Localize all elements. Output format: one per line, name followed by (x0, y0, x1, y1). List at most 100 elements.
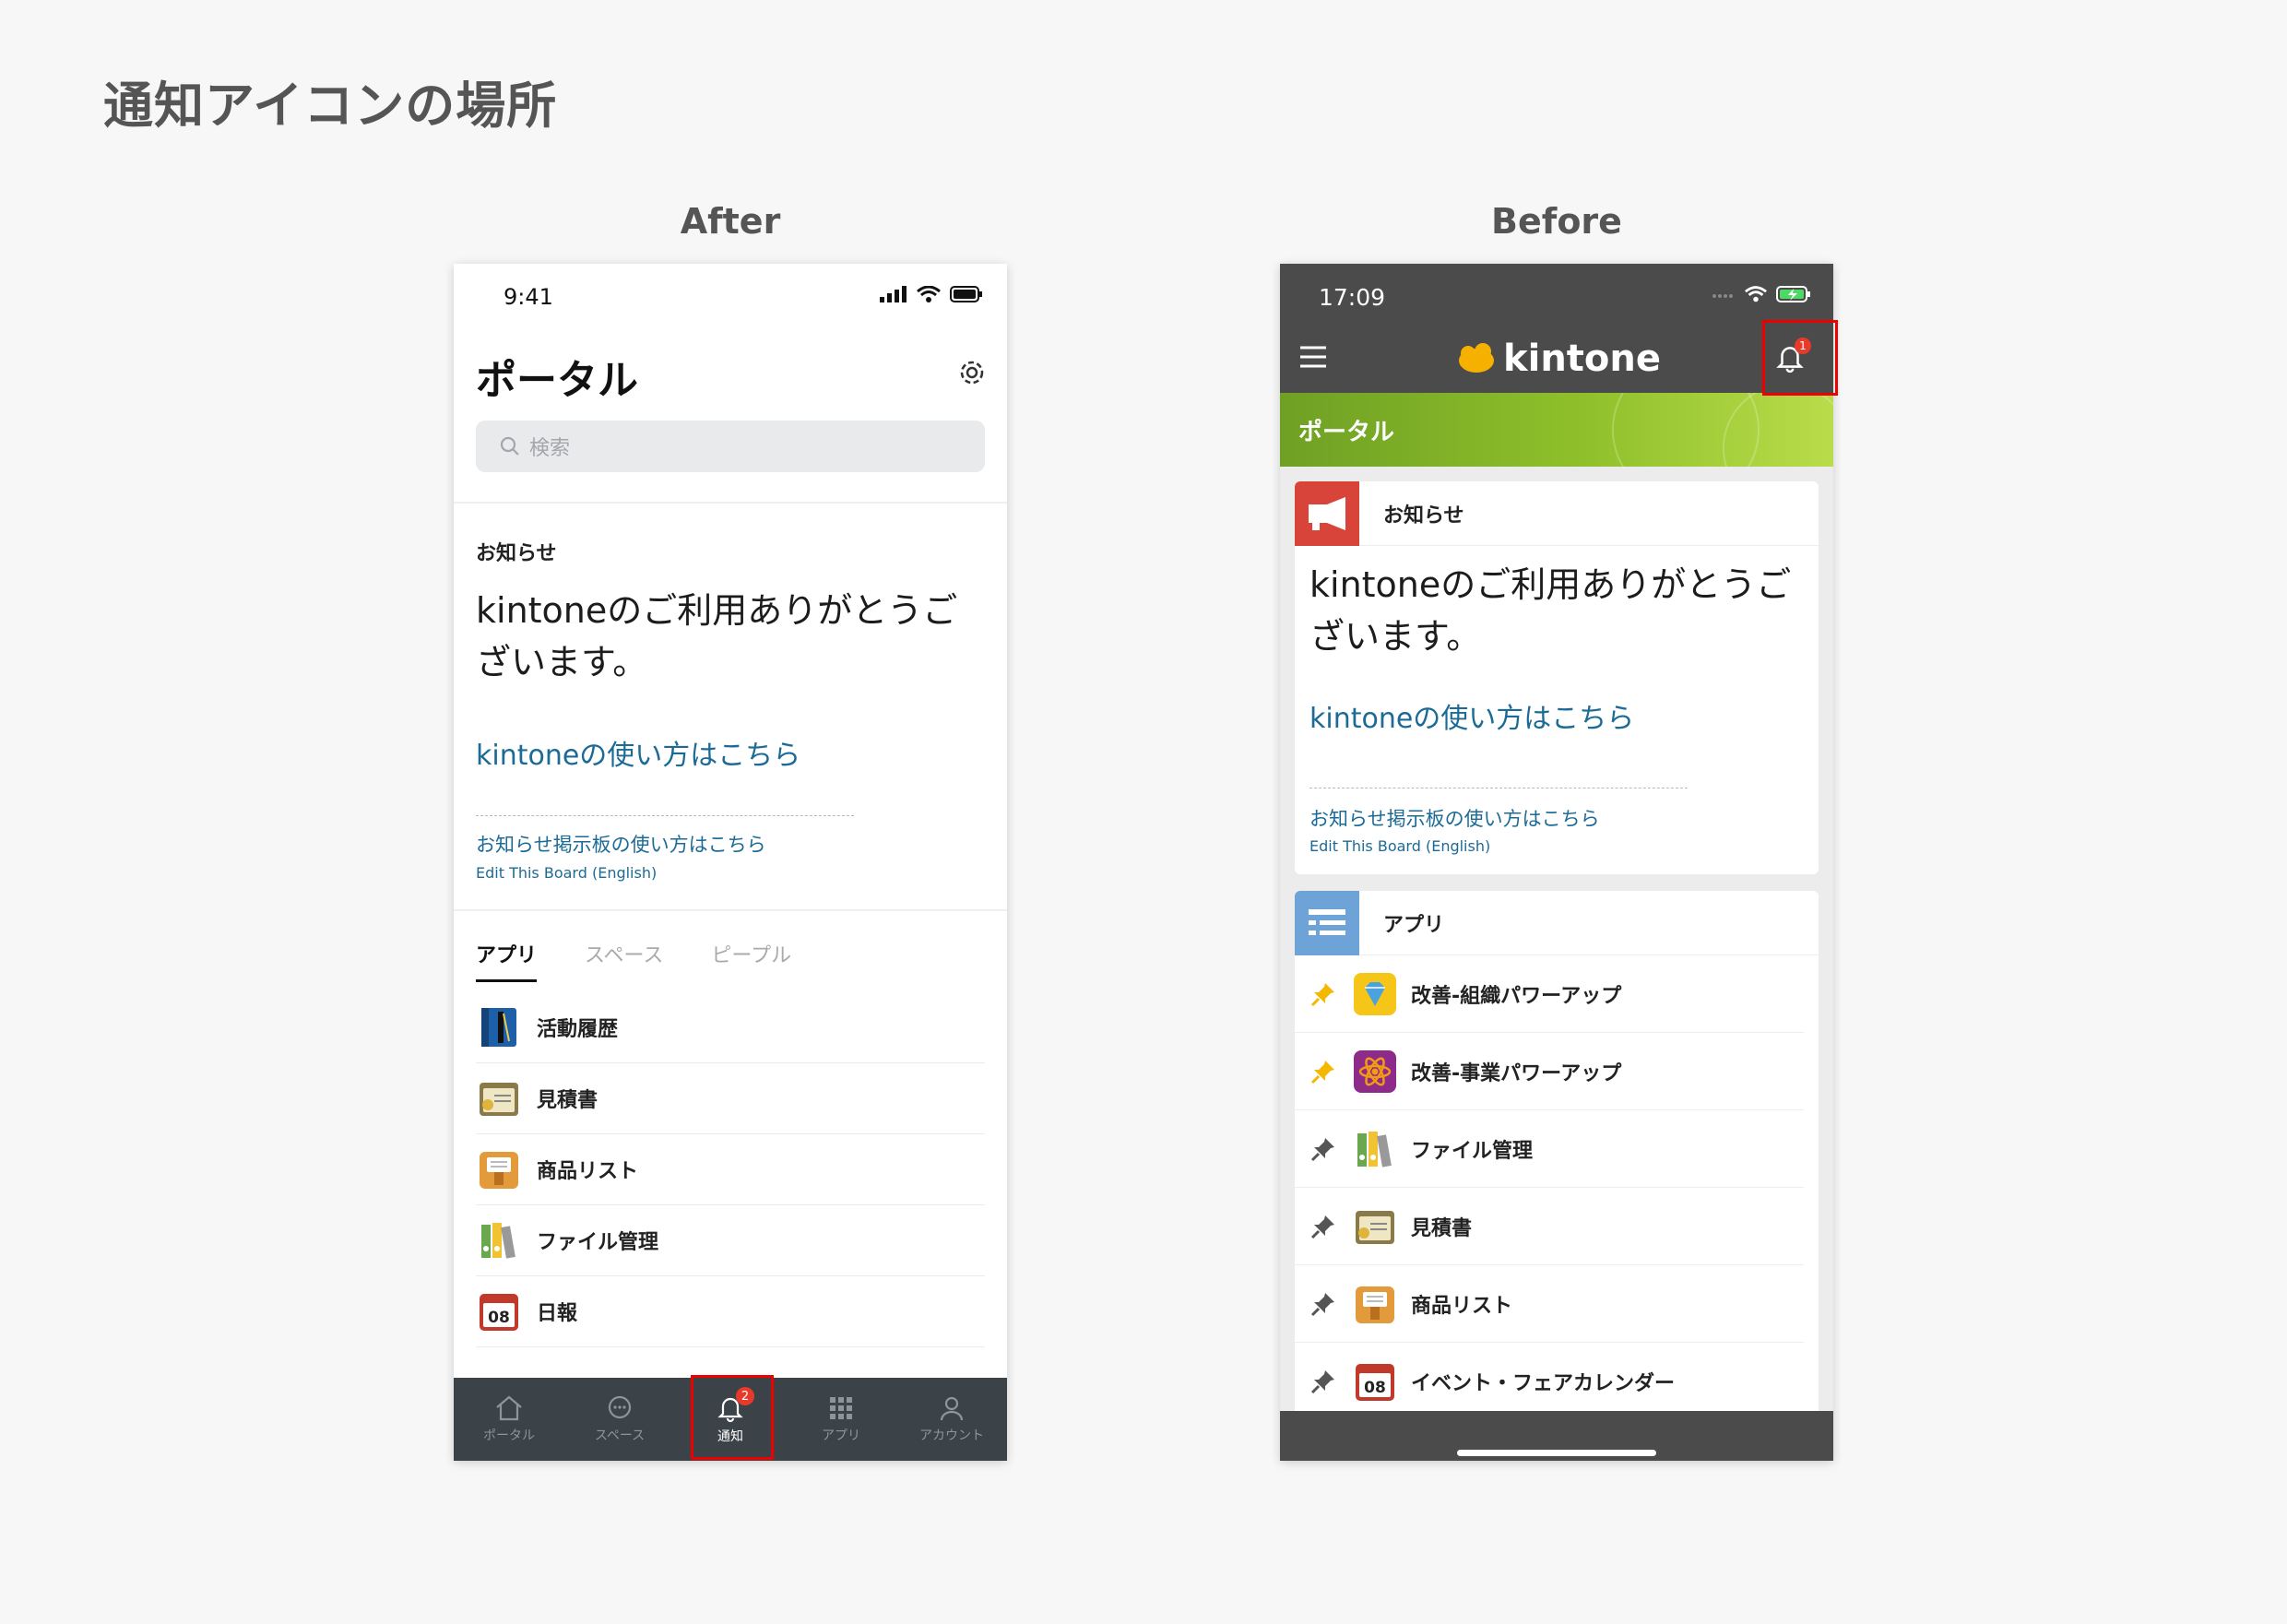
menu-icon[interactable] (1298, 343, 1328, 371)
gear-icon[interactable] (955, 356, 989, 389)
before-label: Before (1491, 201, 1622, 242)
nav-label: ポータル (483, 1428, 535, 1443)
kintone-logo-icon (1459, 343, 1494, 373)
calendar-icon: 08 (480, 1294, 518, 1331)
pin-icon[interactable] (1309, 1135, 1337, 1163)
after-label: After (680, 201, 781, 242)
list-item[interactable]: ファイル管理 (1295, 1110, 1804, 1188)
notice-message: kintoneのご利用ありがとうございます。 (1309, 564, 1792, 657)
binders-icon (481, 1223, 515, 1259)
estimate-icon (480, 1083, 518, 1116)
before-phone-screen: 17:09 kintone 1 ポータル お知らせ kintoneのご利用ありが… (1280, 264, 1833, 1461)
app-name: 見積書 (1411, 1216, 1473, 1240)
edit-board-link[interactable]: Edit This Board (English) (1309, 837, 1490, 855)
app-name: 商品リスト (537, 1160, 639, 1183)
pin-icon[interactable] (1309, 1290, 1337, 1318)
nav-portal[interactable]: ポータル (454, 1378, 564, 1461)
tab-spaces[interactable]: スペース (585, 939, 663, 982)
highlight-frame-before (1762, 320, 1838, 396)
notice-card: お知らせ kintoneのご利用ありがとうございます。 kintoneの使い方は… (1295, 481, 1819, 874)
nav-account[interactable]: アカウント (896, 1378, 1007, 1461)
app-name: イベント・フェアカレンダー (1411, 1371, 1676, 1395)
app-name: 見積書 (537, 1089, 598, 1112)
tab-apps[interactable]: アプリ (476, 939, 538, 982)
logo-text: kintone (1503, 338, 1661, 380)
pin-icon[interactable] (1309, 1213, 1337, 1240)
app-name: 改善-組織パワーアップ (1411, 984, 1622, 1008)
list-icon (1295, 891, 1359, 955)
pin-icon[interactable] (1309, 1058, 1337, 1085)
apps-heading: アプリ (1383, 913, 1445, 937)
notebook-icon (481, 1008, 516, 1047)
pin-icon[interactable] (1309, 1368, 1337, 1395)
list-item[interactable]: 見積書 (476, 1063, 985, 1134)
home-icon (496, 1395, 522, 1421)
after-phone-screen: 9:41 ポータル 検索 お知らせ kintoneのご利用ありがとうございます。… (454, 264, 1007, 1461)
battery-charging-icon (1776, 286, 1810, 302)
board-howto-link[interactable]: お知らせ掲示板の使い方はこちら (476, 830, 766, 858)
nav-label: アカウント (919, 1428, 984, 1443)
board-howto-link[interactable]: お知らせ掲示板の使い方はこちら (1309, 804, 1600, 832)
megaphone-icon (1295, 481, 1359, 546)
portal-banner: ポータル (1280, 393, 1833, 467)
person-icon (940, 1396, 964, 1421)
product-box-icon (480, 1152, 518, 1189)
nav-apps[interactable]: アプリ (786, 1378, 896, 1461)
home-indicator[interactable] (1457, 1450, 1656, 1456)
nav-label: スペース (594, 1428, 646, 1443)
binders-icon (1357, 1131, 1392, 1168)
list-item[interactable]: 商品リスト (476, 1134, 985, 1205)
apps-card: アプリ 改善-組織パワーアップ 改善-事業パワーアップ ファイル管理 見積書 商… (1295, 891, 1819, 1461)
list-item[interactable]: 08 日報 (476, 1276, 985, 1347)
list-item[interactable]: 活動履歴 (476, 992, 985, 1063)
notice-heading: お知らせ (476, 542, 557, 565)
list-item[interactable]: 改善-事業パワーアップ (1295, 1033, 1804, 1110)
product-box-icon (1356, 1286, 1394, 1323)
nav-label: アプリ (822, 1428, 860, 1443)
banner-decoration (1723, 393, 1833, 467)
app-name: 日報 (537, 1302, 578, 1325)
wifi-icon (1745, 286, 1767, 302)
app-header: 17:09 kintone 1 (1280, 264, 1833, 393)
list-item[interactable]: 見積書 (1295, 1188, 1804, 1265)
tab-people[interactable]: ピープル (711, 939, 791, 982)
wifi-icon (917, 286, 941, 302)
pin-icon[interactable] (1309, 980, 1337, 1008)
highlight-frame-after (691, 1375, 774, 1460)
status-bar: 9:41 (454, 264, 1007, 328)
battery-icon (950, 286, 982, 302)
search-placeholder: 検索 (529, 437, 571, 460)
list-item[interactable]: 改善-組織パワーアップ (1295, 955, 1804, 1033)
app-list: 活動履歴 見積書 商品リスト ファイル管理 08 日報 (476, 992, 985, 1347)
chat-icon (608, 1395, 632, 1419)
app-name: ファイル管理 (537, 1231, 659, 1254)
signal-icon (1712, 294, 1733, 298)
notice-link[interactable]: kintoneの使い方はこちら (1309, 695, 1634, 736)
portal-tabs: アプリ スペース ピープル (476, 939, 791, 982)
calendar-icon: 08 (1356, 1363, 1394, 1401)
page-title: ポータル (476, 357, 638, 404)
slide-title: 通知アイコンの場所 (103, 77, 558, 135)
notice-heading: お知らせ (1383, 504, 1464, 528)
search-icon (500, 436, 519, 456)
app-name: 活動履歴 (537, 1018, 619, 1041)
notice-message: kintoneのご利用ありがとうございます。 (476, 590, 958, 682)
list-item[interactable]: ファイル管理 (476, 1205, 985, 1276)
status-time: 9:41 (504, 284, 553, 310)
notice-link[interactable]: kintoneの使い方はこちら (476, 732, 800, 773)
list-item[interactable]: 商品リスト (1295, 1265, 1804, 1343)
list-item[interactable]: 08 イベント・フェアカレンダー (1295, 1343, 1804, 1420)
edit-board-link[interactable]: Edit This Board (English) (476, 864, 657, 882)
search-input[interactable]: 検索 (476, 421, 985, 472)
grid-icon (830, 1397, 852, 1419)
signal-icon (880, 286, 907, 302)
atom-icon (1354, 1049, 1396, 1093)
app-name: 商品リスト (1411, 1294, 1513, 1318)
nav-spaces[interactable]: スペース (564, 1378, 675, 1461)
divider (454, 502, 1007, 504)
banner-title: ポータル (1298, 419, 1395, 446)
dashed-divider (476, 815, 854, 816)
kintone-logo: kintone (1455, 338, 1661, 380)
estimate-icon (1356, 1210, 1394, 1244)
calendar-icon-text: 08 (488, 1309, 510, 1327)
